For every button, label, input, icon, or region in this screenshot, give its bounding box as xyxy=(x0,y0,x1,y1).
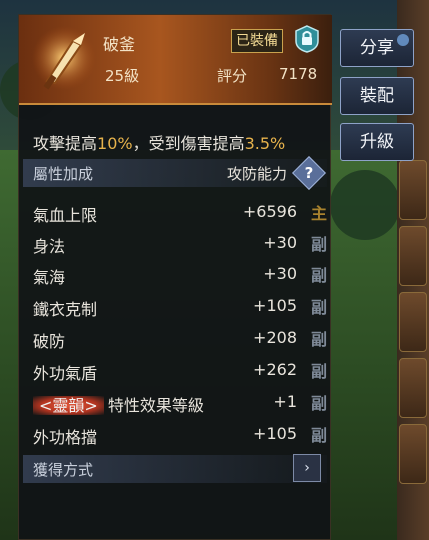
upgrade-button[interactable]: 升級 xyxy=(340,123,414,161)
stat-value: +6596 xyxy=(242,202,297,221)
item-name: 破釜 xyxy=(103,35,136,54)
source-title: 獲得方式 xyxy=(33,461,94,479)
chevron-right-icon[interactable]: › xyxy=(293,454,321,482)
attack-defense-label: 攻防能力 xyxy=(226,165,287,183)
stat-value: +262 xyxy=(253,360,297,379)
stat-value: +1 xyxy=(273,392,297,411)
sub-stat-tag: 副 xyxy=(310,394,327,413)
attributes-title: 屬性加成 xyxy=(33,165,94,183)
blade-icon xyxy=(29,23,99,93)
effect-middle: ，受到傷害提高 xyxy=(132,134,245,153)
help-button[interactable]: ? xyxy=(292,156,326,190)
sub-stat-tag: 副 xyxy=(310,235,327,254)
stat-row: 外功氣盾 +262 副 xyxy=(33,356,333,386)
share-icon xyxy=(397,34,409,46)
stat-name: 鐵衣克制 xyxy=(33,300,98,319)
stat-row: 氣海 +30 副 xyxy=(33,260,333,290)
stat-name: <靈韻> 特性效果等級 xyxy=(33,392,204,416)
inventory-card[interactable] xyxy=(399,226,427,286)
source-section-header[interactable]: 獲得方式 › xyxy=(23,454,327,483)
stat-value: +105 xyxy=(253,424,297,443)
equip-button[interactable]: 裝配 xyxy=(340,77,414,115)
sub-stat-tag: 副 xyxy=(310,266,327,285)
sub-stat-tag: 副 xyxy=(310,298,327,317)
stat-value: +105 xyxy=(253,296,297,315)
inventory-card[interactable] xyxy=(399,424,427,484)
sub-stat-tag: 副 xyxy=(310,362,327,381)
item-header: 破釜 已裝備 25級 評分 7178 xyxy=(19,15,332,105)
stat-name: 外功氣盾 xyxy=(33,364,98,383)
stat-name: 外功格擋 xyxy=(33,428,98,447)
upgrade-label: 升級 xyxy=(360,132,394,152)
effect-value-2: 3.5% xyxy=(244,134,286,153)
share-label: 分享 xyxy=(360,38,394,58)
stat-name: 破防 xyxy=(33,332,66,351)
item-detail-panel: 破釜 已裝備 25級 評分 7178 攻擊提高10%，受到傷害提高3.5% 屬性… xyxy=(18,14,333,540)
stat-name: 氣海 xyxy=(33,268,66,287)
attributes-section-header: 屬性加成 攻防能力 ? xyxy=(23,156,327,190)
lock-icon[interactable] xyxy=(294,25,320,53)
stat-value: +208 xyxy=(253,328,297,347)
score-value: 7178 xyxy=(279,65,318,83)
inventory-card[interactable] xyxy=(399,358,427,418)
spirit-tag: <靈韻> xyxy=(33,396,104,415)
stat-row: 氣血上限 +6596 主 xyxy=(33,198,333,228)
special-effect: 攻擊提高10%，受到傷害提高3.5% xyxy=(33,130,285,154)
help-icon: ? xyxy=(304,164,314,182)
inventory-card[interactable] xyxy=(399,292,427,352)
equipped-badge: 已裝備 xyxy=(231,29,283,53)
stat-row: 外功格擋 +105 副 xyxy=(33,420,333,450)
stat-value: +30 xyxy=(263,264,297,283)
stat-name: 氣血上限 xyxy=(33,206,98,225)
background-tree xyxy=(330,170,400,240)
main-stat-tag: 主 xyxy=(310,204,327,223)
blurred-text xyxy=(33,493,313,533)
sub-stat-tag: 副 xyxy=(310,330,327,349)
share-button[interactable]: 分享 xyxy=(340,29,414,67)
stat-row: 鐵衣克制 +105 副 xyxy=(33,292,333,322)
score-label: 評分 xyxy=(217,67,248,85)
inventory-card[interactable] xyxy=(399,160,427,220)
effect-prefix: 攻擊提高 xyxy=(33,134,98,153)
effect-value-1: 10% xyxy=(97,134,133,153)
equip-label: 裝配 xyxy=(360,86,394,106)
stat-row: 身法 +30 副 xyxy=(33,229,333,259)
stat-row: <靈韻> 特性效果等級 +1 副 xyxy=(33,388,333,418)
stat-name-text: 特性效果等級 xyxy=(107,396,204,415)
stat-row: 破防 +208 副 xyxy=(33,324,333,354)
stat-name: 身法 xyxy=(33,237,66,256)
sub-stat-tag: 副 xyxy=(310,426,327,445)
item-level: 25級 xyxy=(105,67,140,85)
stat-value: +30 xyxy=(263,233,297,252)
